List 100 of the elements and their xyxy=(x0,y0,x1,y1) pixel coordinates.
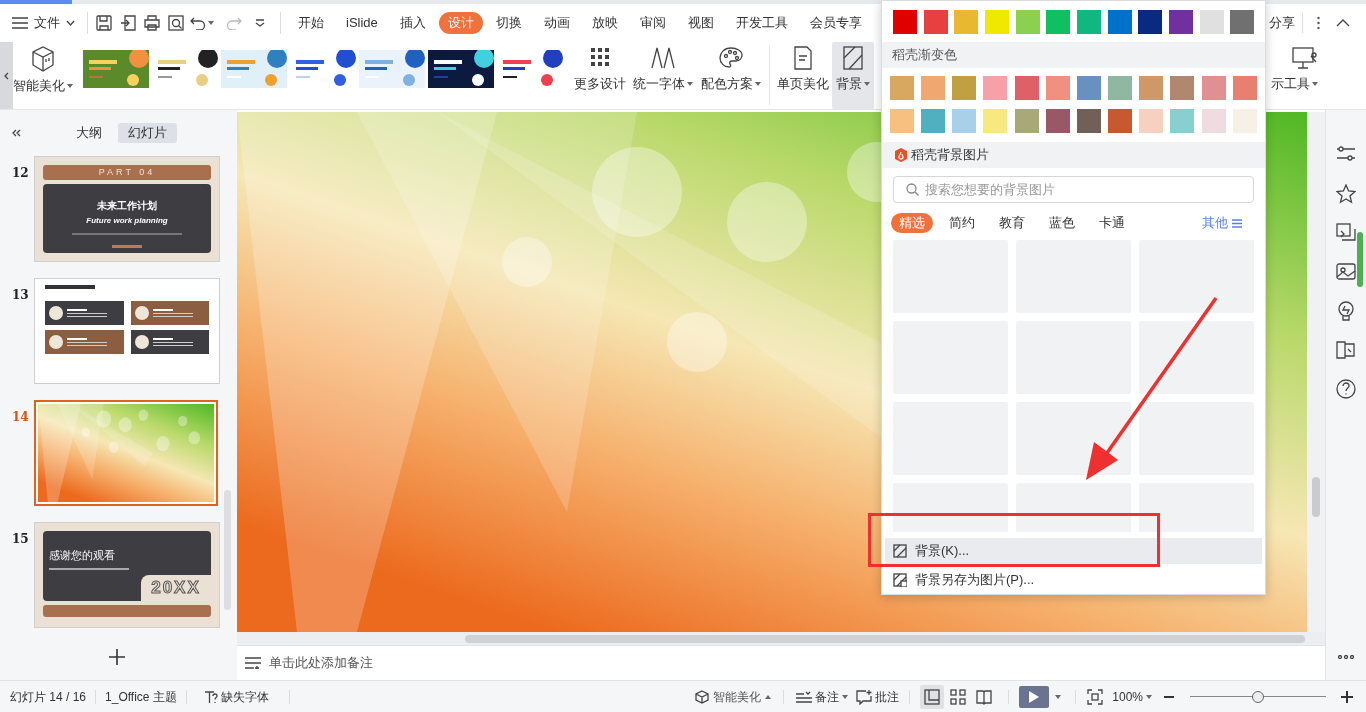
color-swatch[interactable] xyxy=(1077,109,1101,133)
caret-icon xyxy=(1312,81,1318,86)
color-swatch[interactable] xyxy=(985,10,1009,34)
color-swatch[interactable] xyxy=(1015,10,1040,34)
color-swatch[interactable] xyxy=(1139,76,1164,100)
caret-icon xyxy=(755,81,761,86)
color-swatch[interactable] xyxy=(1045,109,1070,133)
image-placeholder[interactable] xyxy=(1139,321,1254,394)
image-placeholder[interactable] xyxy=(1016,402,1131,475)
menu-tab[interactable]: 审阅 xyxy=(630,12,675,34)
menu-tab[interactable]: 切换 xyxy=(486,12,531,34)
copy-button[interactable] xyxy=(1335,222,1357,244)
menu-tab[interactable]: iSlide xyxy=(337,12,387,34)
zoom-slider[interactable] xyxy=(1190,689,1326,704)
menu-tab[interactable]: 开发工具 xyxy=(726,12,797,34)
color-swatch[interactable] xyxy=(1170,76,1195,100)
help-button[interactable] xyxy=(1335,378,1357,400)
ribbon-tool-button[interactable]: 配色方案 xyxy=(697,42,765,109)
color-swatch[interactable] xyxy=(983,76,1008,100)
panel-tab[interactable]: 幻灯片 xyxy=(118,123,177,143)
smart-beautify-button[interactable]: 智能美化 xyxy=(13,42,73,109)
menu-tab[interactable]: 视图 xyxy=(678,12,723,34)
color-swatch[interactable] xyxy=(1170,109,1195,133)
caret-icon xyxy=(1055,694,1062,699)
color-swatch[interactable] xyxy=(1107,10,1132,34)
menu-item[interactable]: 背景另存为图片(P)... xyxy=(885,567,1262,593)
color-swatch[interactable] xyxy=(890,76,914,100)
ribbon-tool-button[interactable]: 更多设计 xyxy=(571,42,629,109)
panel-tab[interactable]: 大纲 xyxy=(66,123,112,143)
slide-thumbnail[interactable]: PART 04 未来工作计划 Future work planning xyxy=(34,156,220,262)
color-swatch[interactable] xyxy=(1201,109,1226,133)
color-swatch[interactable] xyxy=(954,10,979,34)
category-tab[interactable]: 教育 xyxy=(991,213,1033,233)
color-swatch[interactable] xyxy=(1199,10,1224,34)
ribbon-tool-button[interactable]: 单页美化 xyxy=(774,42,832,109)
template-thumbnail[interactable] xyxy=(428,50,494,88)
scrollbar[interactable] xyxy=(465,635,1305,643)
color-swatch[interactable] xyxy=(1201,76,1226,100)
menu-item[interactable]: 背景(K)... xyxy=(885,538,1262,564)
star-button[interactable] xyxy=(1335,183,1357,205)
color-swatch[interactable] xyxy=(921,109,946,133)
category-tab[interactable]: 卡通 xyxy=(1091,213,1133,233)
zoom-dropdown[interactable]: 100% xyxy=(1112,687,1152,706)
category-tab[interactable]: 蓝色 xyxy=(1041,213,1083,233)
scrollbar[interactable] xyxy=(1357,232,1363,287)
color-swatch[interactable] xyxy=(1139,109,1164,133)
color-swatch[interactable] xyxy=(952,109,977,133)
more-categories-button[interactable]: 其他 xyxy=(1202,213,1242,233)
color-swatch[interactable] xyxy=(1077,76,1101,100)
zoom-in-button[interactable] xyxy=(1340,689,1354,704)
color-swatch[interactable] xyxy=(1014,76,1039,100)
color-swatch[interactable] xyxy=(923,10,948,34)
menu-tab[interactable]: 插入 xyxy=(390,12,435,34)
notes-button[interactable]: 备注 xyxy=(796,687,849,706)
fit-window-button[interactable] xyxy=(1086,687,1105,706)
add-slide-button[interactable] xyxy=(106,646,128,668)
template-thumbnail[interactable] xyxy=(359,50,425,88)
color-swatch[interactable] xyxy=(1232,76,1257,100)
color-swatch[interactable] xyxy=(1169,10,1193,34)
menu-tab[interactable]: 会员专享 xyxy=(800,12,871,34)
missing-fonts-button[interactable]: 缺失字体 xyxy=(203,687,269,706)
color-swatch[interactable] xyxy=(1014,109,1039,133)
book-button[interactable] xyxy=(1335,339,1357,361)
color-swatch[interactable] xyxy=(952,76,977,100)
presenter-tools-button[interactable]: 示工具 xyxy=(1262,42,1318,109)
share-button[interactable]: 分享 xyxy=(1269,13,1295,33)
image-icon xyxy=(1336,262,1356,282)
scrollbar[interactable] xyxy=(1312,477,1320,517)
theme-name[interactable]: 1_Office 主题 xyxy=(105,687,177,706)
color-swatch[interactable] xyxy=(1045,76,1070,100)
image-button[interactable] xyxy=(1335,261,1357,283)
caret-icon xyxy=(864,81,870,86)
color-swatch[interactable] xyxy=(1232,109,1257,133)
color-swatch[interactable] xyxy=(893,10,917,34)
normal-view-button[interactable] xyxy=(920,684,945,709)
ribbon-tool-button[interactable]: 背景 xyxy=(832,42,874,109)
color-swatch[interactable] xyxy=(1077,10,1101,34)
menu-tab[interactable]: 放映 xyxy=(582,12,627,34)
color-swatch[interactable] xyxy=(1230,10,1255,34)
color-swatch[interactable] xyxy=(921,76,946,100)
scrollbar[interactable] xyxy=(224,490,231,610)
color-swatch[interactable] xyxy=(1046,10,1071,34)
ribbon-tool-button[interactable]: 统一字体 xyxy=(629,42,697,109)
menu-tab[interactable]: 开始 xyxy=(289,12,333,34)
color-swatch[interactable] xyxy=(1108,109,1133,133)
color-swatch[interactable] xyxy=(1138,10,1163,34)
color-swatch[interactable] xyxy=(1108,76,1133,100)
slide-thumbnail[interactable] xyxy=(34,278,220,384)
template-thumbnail[interactable] xyxy=(221,50,287,88)
menu-tab[interactable]: 动画 xyxy=(534,12,579,34)
file-menu[interactable]: 文件 xyxy=(12,9,83,37)
template-thumbnail[interactable] xyxy=(83,50,149,88)
slider-thumb[interactable] xyxy=(1252,690,1264,703)
category-tab[interactable]: 简约 xyxy=(941,213,983,233)
play-button[interactable] xyxy=(1019,685,1050,708)
comments-button[interactable]: 批注 xyxy=(856,687,900,706)
color-swatch[interactable] xyxy=(890,109,914,133)
color-swatch[interactable] xyxy=(983,109,1008,133)
smart-beautify-button[interactable]: 智能美化 xyxy=(695,687,772,706)
bulb-button[interactable] xyxy=(1335,300,1357,322)
